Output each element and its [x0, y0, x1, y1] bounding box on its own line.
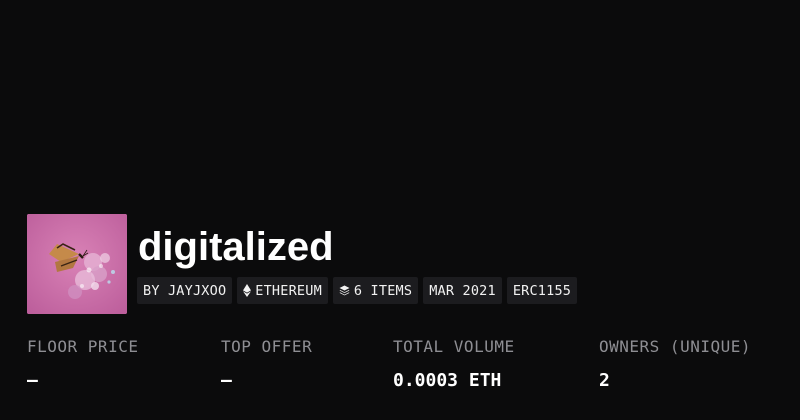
collection-banner — [0, 0, 800, 220]
chain-tag[interactable]: ETHEREUM — [237, 277, 328, 304]
butterfly-on-flowers-thumbnail — [27, 214, 127, 314]
owners-stat: OWNERS (UNIQUE) 2 — [599, 336, 751, 393]
collection-tags: BY JAYJXOO ETHEREUM 6 ITEMS MAR 2021 ERC… — [137, 277, 578, 304]
creator-label: BY JAYJXOO — [143, 282, 227, 299]
total-volume-stat: TOTAL VOLUME 0.0003 ETH — [393, 336, 515, 393]
date-tag: MAR 2021 — [423, 277, 502, 304]
floor-price-value: — — [27, 370, 38, 391]
owners-label: OWNERS (UNIQUE) — [599, 337, 751, 356]
top-offer-stat: TOP OFFER — — [221, 336, 312, 393]
floor-price-stat: FLOOR PRICE — — [27, 336, 138, 393]
floor-price-label: FLOOR PRICE — [27, 337, 139, 356]
top-offer-value: — — [221, 370, 232, 391]
ethereum-icon — [243, 284, 252, 297]
items-tag[interactable]: 6 ITEMS — [332, 277, 419, 304]
date-label: MAR 2021 — [429, 282, 496, 299]
total-volume-value: 0.0003 ETH — [393, 370, 502, 391]
standard-label: ERC1155 — [512, 282, 572, 299]
total-volume-label: TOTAL VOLUME — [393, 337, 515, 356]
top-offer-label: TOP OFFER — [221, 337, 313, 356]
creator-tag[interactable]: BY JAYJXOO — [137, 277, 233, 304]
owners-value: 2 — [599, 370, 610, 391]
collection-thumbnail[interactable] — [27, 214, 127, 314]
collection-title: digitalized — [138, 225, 334, 269]
collection-stats: FLOOR PRICE — TOP OFFER — TOTAL VOLUME 0… — [27, 336, 797, 406]
layers-icon — [339, 285, 350, 296]
chain-label: ETHEREUM — [255, 282, 322, 299]
standard-tag: ERC1155 — [506, 277, 578, 304]
items-label: 6 ITEMS — [353, 282, 413, 299]
